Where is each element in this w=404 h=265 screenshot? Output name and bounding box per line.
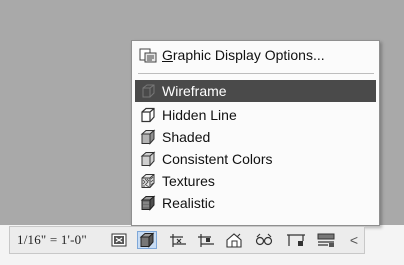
menu-item-shaded[interactable]: Shaded (135, 126, 376, 148)
menu-item-label: Realistic (162, 195, 215, 211)
textures-icon (138, 171, 158, 191)
menu-item-textures[interactable]: Textures (135, 170, 376, 192)
graphic-display-options-item[interactable]: Graphic Display Options... (135, 44, 376, 66)
menu-item-consistent-colors[interactable]: Consistent Colors (135, 148, 376, 170)
chevron-left-icon[interactable]: < (347, 231, 361, 249)
graphic-display-options-label: Graphic Display Options... (162, 47, 325, 63)
menu-item-wireframe[interactable]: Wireframe (135, 80, 376, 102)
menu-item-hidden-line[interactable]: Hidden Line (135, 104, 376, 126)
consistent-colors-icon (138, 149, 158, 169)
menu-item-label: Shaded (162, 129, 211, 145)
menu-item-label: Wireframe (162, 83, 227, 99)
reveal-hidden-icon[interactable] (286, 231, 306, 249)
analytical-model-icon[interactable] (316, 231, 336, 249)
graphic-display-options-icon (138, 45, 158, 65)
wireframe-icon (138, 81, 158, 101)
detail-level-icon[interactable] (109, 231, 129, 249)
realistic-icon (138, 193, 158, 213)
temporary-hide-icon[interactable] (254, 231, 274, 249)
unlock-3d-view-icon[interactable] (224, 231, 244, 249)
menu-item-label: Textures (162, 173, 215, 189)
show-crop-region-icon[interactable] (196, 231, 216, 249)
menu-item-realistic[interactable]: Realistic (135, 192, 376, 214)
view-control-bar: 1/16" = 1'-0" < (9, 226, 365, 254)
menu-item-label: Hidden Line (162, 107, 237, 123)
menu-separator (138, 73, 374, 74)
visual-style-icon[interactable] (137, 231, 157, 249)
shaded-icon (138, 127, 158, 147)
visual-style-menu: Graphic Display Options... Wireframe Hid… (131, 40, 380, 226)
crop-view-icon[interactable] (168, 231, 188, 249)
view-scale[interactable]: 1/16" = 1'-0" (17, 232, 87, 248)
hidden-line-icon (138, 105, 158, 125)
menu-item-label: Consistent Colors (162, 151, 273, 167)
